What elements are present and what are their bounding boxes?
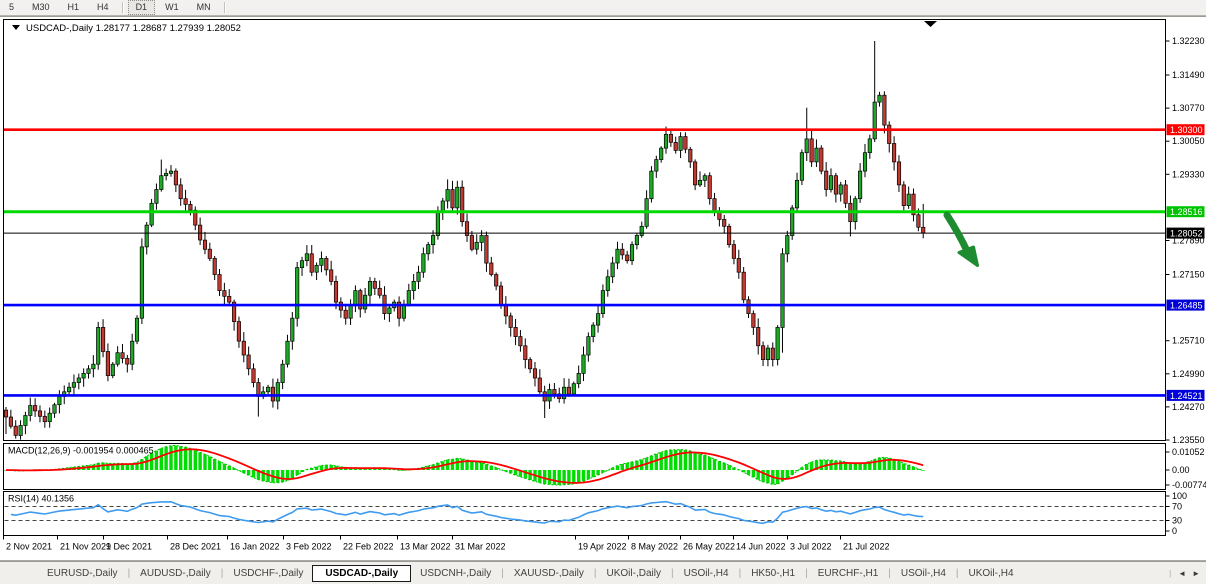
timeframe-toolbar: 5M30H1H4 D1W1MN: [0, 0, 1206, 16]
timeframe-button-5[interactable]: 5: [1, 0, 22, 15]
timeframe-button-h1[interactable]: H1: [60, 0, 88, 15]
svg-text:0.00: 0.00: [1172, 465, 1190, 475]
svg-text:1.30300: 1.30300: [1170, 125, 1203, 135]
svg-text:2 Nov 2021: 2 Nov 2021: [6, 542, 52, 552]
timeframe-button-m30[interactable]: M30: [24, 0, 58, 15]
rsi-label: RSI(14) 40.1356: [8, 494, 74, 504]
chart-tab-audusd-daily[interactable]: AUDUSD-,Daily: [131, 565, 220, 582]
tab-divider: |: [1169, 569, 1171, 578]
svg-text:1.32230: 1.32230: [1172, 36, 1205, 46]
svg-text:3 Feb 2022: 3 Feb 2022: [286, 542, 332, 552]
chart-tab-eurusd-daily[interactable]: EURUSD-,Daily: [38, 565, 127, 582]
toolbar-separator: [224, 2, 225, 13]
timeframe-button-mn[interactable]: MN: [189, 0, 219, 15]
chart-tabs-bar: EURUSD-,Daily|AUDUSD-,Daily|USDCHF-,Dail…: [0, 561, 1206, 584]
svg-text:21 Nov 2021: 21 Nov 2021: [60, 542, 111, 552]
svg-text:16 Jan 2022: 16 Jan 2022: [230, 542, 280, 552]
chart-tab-xauusd-daily[interactable]: XAUUSD-,Daily: [505, 565, 593, 582]
svg-text:0.01052: 0.01052: [1172, 447, 1205, 457]
chart-tab-eurchf-h1[interactable]: EURCHF-,H1: [809, 565, 888, 582]
svg-text:1.24270: 1.24270: [1172, 402, 1205, 412]
tab-divider: |: [671, 568, 674, 579]
svg-text:14 Jun 2022: 14 Jun 2022: [736, 542, 786, 552]
svg-text:-0.00774: -0.00774: [1172, 480, 1206, 490]
svg-text:1.29330: 1.29330: [1172, 169, 1205, 179]
svg-text:8 May 2022: 8 May 2022: [631, 542, 678, 552]
svg-text:1.23550: 1.23550: [1172, 435, 1205, 445]
tab-scroll-left-button[interactable]: ◄: [1178, 569, 1186, 578]
price-panel[interactable]: [4, 20, 1166, 441]
chart-tab-usdcnh-daily[interactable]: USDCNH-,Daily: [411, 565, 500, 582]
tab-divider: |: [221, 568, 224, 579]
chart-tab-usdcad-daily[interactable]: USDCAD-,Daily: [312, 565, 411, 582]
tab-divider: |: [501, 568, 504, 579]
svg-text:100: 100: [1172, 491, 1187, 501]
svg-text:1.27150: 1.27150: [1172, 270, 1205, 280]
chart-area[interactable]: 1.322301.314901.307701.300501.293301.278…: [0, 16, 1206, 561]
svg-text:9 Dec 2021: 9 Dec 2021: [106, 542, 152, 552]
chart-title: USDCAD-,Daily 1.28177 1.28687 1.27939 1.…: [12, 23, 241, 34]
svg-text:30: 30: [1172, 516, 1182, 526]
toolbar-separator: [122, 2, 123, 13]
timeframe-button-h4[interactable]: H4: [89, 0, 117, 15]
mt4-window: 5M30H1H4 D1W1MN 1.32230 1.31490 1.30770 1.30…: [0, 0, 1206, 584]
timeframe-button-w1[interactable]: W1: [157, 0, 187, 15]
tab-divider: |: [805, 568, 808, 579]
chart-tab-ukoil-daily[interactable]: UKOil-,Daily: [598, 565, 670, 582]
svg-text:1.30050: 1.30050: [1172, 136, 1205, 146]
svg-text:13 Mar 2022: 13 Mar 2022: [400, 542, 451, 552]
tab-divider: |: [128, 568, 131, 579]
svg-text:1.31490: 1.31490: [1172, 70, 1205, 80]
svg-text:1.26485: 1.26485: [1170, 301, 1203, 311]
tab-scroll-right-button[interactable]: ►: [1192, 569, 1200, 578]
tab-divider: |: [594, 568, 597, 579]
svg-text:21 Jul 2022: 21 Jul 2022: [843, 542, 890, 552]
rsi-panel[interactable]: [4, 492, 1166, 536]
svg-text:1.30770: 1.30770: [1172, 103, 1205, 113]
chart-tab-hk50-h1[interactable]: HK50-,H1: [742, 565, 804, 582]
svg-text:USDCAD-,Daily 1.28177 1.28687: USDCAD-,Daily 1.28177 1.28687 1.27939 1.…: [26, 23, 241, 34]
svg-text:70: 70: [1172, 502, 1182, 512]
svg-text:1.24521: 1.24521: [1170, 391, 1203, 401]
chart-tab-usoil-h4[interactable]: USOil-,H4: [892, 565, 955, 582]
tab-divider: |: [739, 568, 742, 579]
svg-text:28 Dec 2021: 28 Dec 2021: [170, 542, 221, 552]
tab-divider: |: [956, 568, 959, 579]
chart-tab-usoil-h4[interactable]: USOil-,H4: [675, 565, 738, 582]
price-chart-svg[interactable]: 1.322301.314901.307701.300501.293301.278…: [0, 16, 1206, 561]
macd-label: MACD(12,26,9) -0.001954 0.000465: [8, 446, 154, 456]
svg-text:26 May 2022: 26 May 2022: [683, 542, 735, 552]
svg-text:1.28052: 1.28052: [1170, 229, 1203, 239]
svg-text:19 Apr 2022: 19 Apr 2022: [578, 542, 627, 552]
chart-tab-ukoil-h4[interactable]: UKOil-,H4: [960, 565, 1023, 582]
timeframe-button-d1[interactable]: D1: [128, 0, 156, 15]
svg-text:1.28516: 1.28516: [1170, 207, 1203, 217]
tab-scroll-controls: | ◄ ►: [1168, 569, 1206, 578]
svg-text:1.24990: 1.24990: [1172, 369, 1205, 379]
svg-text:3 Jul 2022: 3 Jul 2022: [790, 542, 832, 552]
svg-text:0: 0: [1172, 526, 1177, 536]
svg-text:1.25710: 1.25710: [1172, 336, 1205, 346]
chart-tab-usdchf-daily[interactable]: USDCHF-,Daily: [224, 565, 312, 582]
tab-divider: |: [888, 568, 891, 579]
svg-text:22 Feb 2022: 22 Feb 2022: [343, 542, 394, 552]
svg-text:31 Mar 2022: 31 Mar 2022: [455, 542, 506, 552]
